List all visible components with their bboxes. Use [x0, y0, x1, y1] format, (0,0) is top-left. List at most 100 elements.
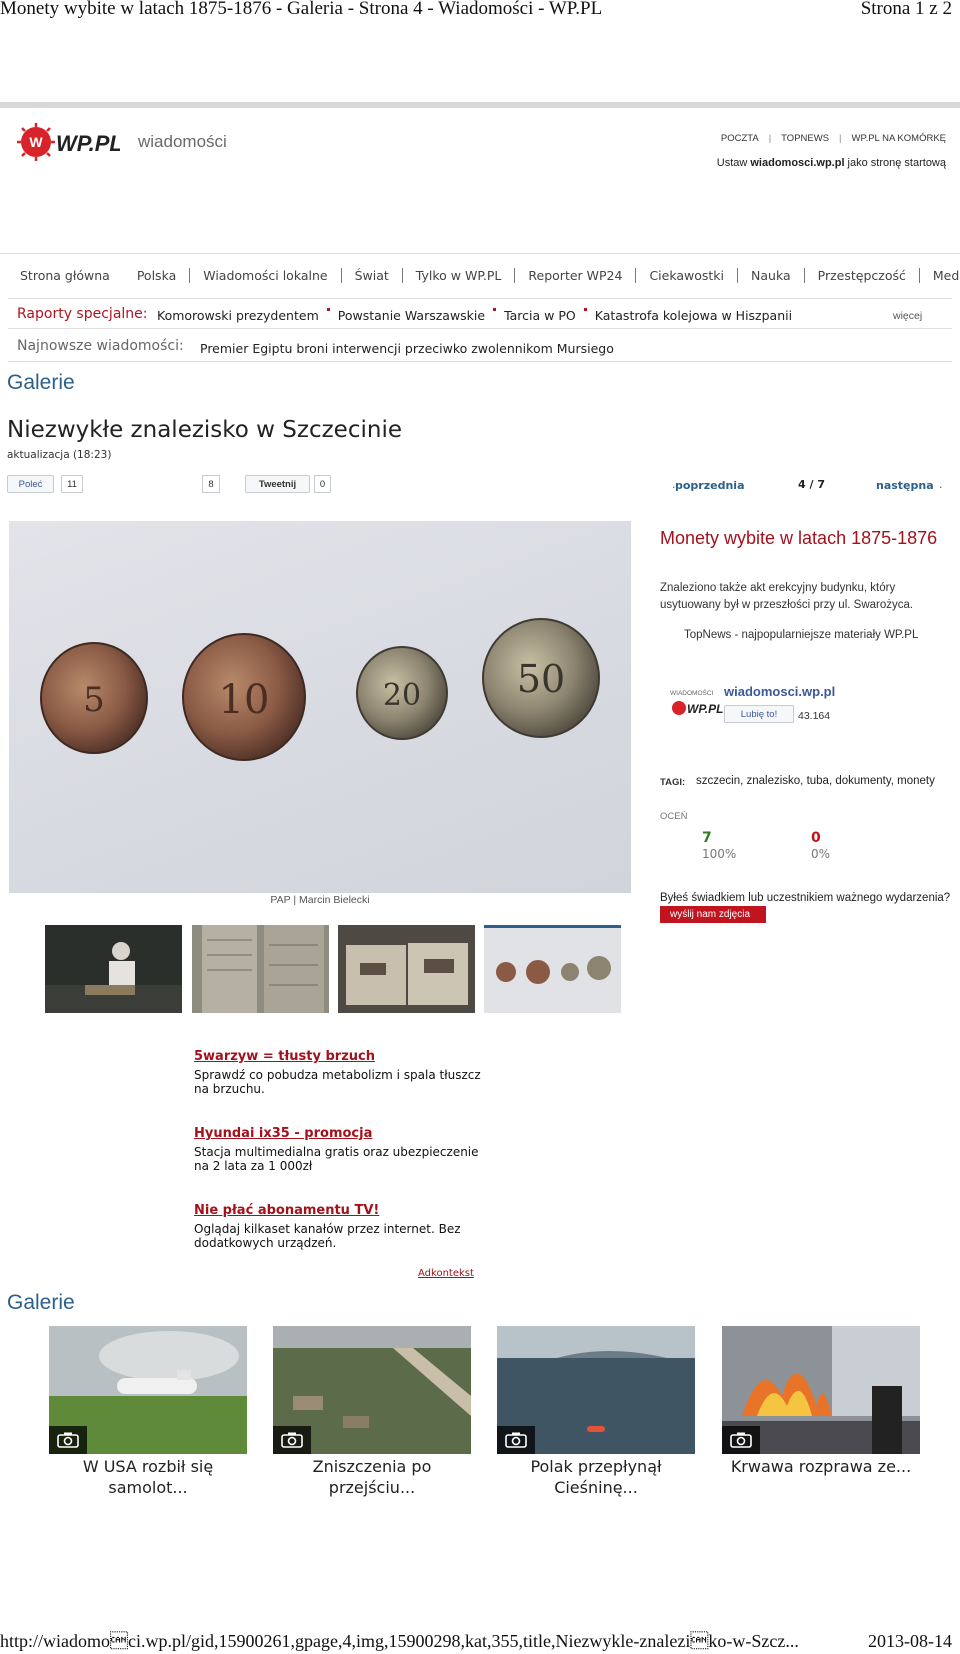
link-topnews[interactable]: TOPNEWS — [781, 133, 829, 144]
gallery-card-title[interactable]: Polak przepłynął Cieśninę... — [497, 1456, 695, 1498]
top-divider — [0, 102, 960, 108]
fb-site-link[interactable]: wiadomosci.wp.pl — [724, 684, 835, 699]
article-title: Niezwykłe znalezisko w Szczecinie — [7, 417, 402, 443]
separator: | — [768, 133, 772, 144]
rate-up-button[interactable]: 7 — [702, 830, 712, 846]
pager-prev-link[interactable]: poprzednia — [675, 479, 745, 492]
divider — [8, 361, 952, 362]
gallery-card[interactable]: Krwawa rozprawa ze... — [722, 1326, 920, 1477]
gallery-card-image — [497, 1326, 695, 1454]
nav-item-nauka[interactable]: Nauka — [738, 268, 805, 283]
gallery-thumbnail[interactable] — [45, 925, 182, 1013]
rate-label: OCEŃ — [660, 811, 688, 822]
report-link[interactable]: Komorowski prezydentem — [157, 308, 319, 323]
gallery-card-title[interactable]: Krwawa rozprawa ze... — [722, 1456, 920, 1477]
homepage-prefix: Ustaw — [716, 157, 751, 169]
nav-item-ciekawostki[interactable]: Ciekawostki — [636, 268, 739, 283]
plusone-count: 8 — [202, 475, 220, 493]
report-link[interactable]: Tarcia w PO — [504, 308, 576, 323]
thumbnail-image — [484, 928, 621, 1013]
wp-logo[interactable]: W WP.PL — [16, 122, 123, 162]
gallery-card-title[interactable]: Zniszczenia po przejściu... — [273, 1456, 471, 1498]
svg-text:WIADOMOŚCI: WIADOMOŚCI — [670, 688, 714, 697]
tags-label: TAGI: — [660, 777, 686, 788]
nav-item-swiat[interactable]: Świat — [342, 268, 403, 283]
photo-caption: PAP | Marcin Bielecki — [270, 894, 370, 906]
article-update-time: aktualizacja (18:23) — [7, 449, 112, 461]
main-photo[interactable]: 5 10 20 50 — [9, 521, 631, 893]
svg-text:W: W — [29, 134, 43, 150]
latest-news-link[interactable]: Premier Egiptu broni interwencji przeciw… — [200, 341, 614, 356]
pager-count: 4 / 7 — [798, 478, 825, 491]
reports-list: Komorowski prezydentem Powstanie Warszaw… — [157, 308, 792, 323]
tweet-button[interactable]: Tweetnij — [245, 475, 310, 493]
bullet-icon — [493, 308, 497, 311]
print-date: 2013-08-14 — [868, 1631, 952, 1651]
tags-list[interactable]: szczecin, znalezisko, tuba, dokumenty, m… — [696, 775, 935, 787]
reports-more-link[interactable]: więcej — [893, 310, 922, 322]
topnews-link[interactable]: TopNews - najpopularniejsze materiały WP… — [684, 629, 918, 641]
nav-divider — [0, 253, 960, 254]
gallery-card[interactable]: Polak przepłynął Cieśninę... — [497, 1326, 695, 1498]
gallery-card[interactable]: W USA rozbił się samolot... — [49, 1326, 247, 1498]
rate-up-percent: 100% — [702, 847, 737, 861]
ad-title-link[interactable]: 5warzyw = tłusty brzuch — [194, 1049, 375, 1064]
photo-title: Monety wybite w latach 1875-1876 — [660, 528, 938, 548]
gallery-card-title[interactable]: W USA rozbił się samolot... — [49, 1456, 247, 1498]
wiadomosci-wp-logo: WIADOMOŚCI WP.PL — [670, 684, 726, 720]
pager-bullet: . — [939, 478, 943, 491]
gallery-thumbnail-active[interactable] — [484, 925, 621, 1013]
rate-down-percent: 0% — [811, 847, 831, 861]
report-link[interactable]: Katastrofa kolejowa w Hiszpanii — [595, 308, 792, 323]
gallery-section-heading[interactable]: Galerie — [7, 1291, 75, 1315]
main-nav: Strona główna Polska Wiadomości lokalne … — [14, 268, 960, 283]
nav-item-polska[interactable]: Polska — [124, 268, 191, 283]
ad-title-link[interactable]: Hyundai ix35 - promocja — [194, 1126, 372, 1141]
reports-label: Raporty specjalne: — [17, 306, 148, 322]
link-mobile[interactable]: WP.PL NA KOMÓRKĘ — [852, 133, 947, 144]
bullet-icon — [583, 308, 587, 311]
homepage-suffix: jako stronę startową — [844, 157, 946, 169]
nav-item-reporter[interactable]: Reporter WP24 — [515, 268, 637, 283]
adkontekst-link[interactable]: Adkontekst — [418, 1268, 474, 1279]
wp-logo-small-icon: WIADOMOŚCI WP.PL — [670, 688, 723, 716]
pager-next-link[interactable]: następna — [876, 479, 934, 492]
gallery-card-image — [722, 1326, 920, 1454]
rate-down-button[interactable]: 0 — [811, 830, 821, 846]
ad-title-link[interactable]: Nie płać abonamentu TV! — [194, 1203, 379, 1218]
divider — [8, 328, 952, 329]
svg-text:WP.PL: WP.PL — [687, 702, 723, 716]
set-homepage[interactable]: Ustaw wiadomosci.wp.pl jako stronę start… — [717, 157, 946, 169]
nav-item-lokalne[interactable]: Wiadomości lokalne — [190, 268, 342, 283]
gallery-heading[interactable]: Galerie — [7, 371, 75, 395]
nav-item-tylko[interactable]: Tylko w WP.PL — [403, 268, 516, 283]
nav-item-media[interactable]: Media — [920, 268, 960, 283]
link-poczta[interactable]: POCZTA — [721, 133, 759, 144]
nav-item-home[interactable]: Strona główna — [14, 268, 124, 283]
tweet-count: 0 — [314, 475, 331, 493]
thumbnail-image — [192, 925, 329, 1013]
facebook-recommend-button[interactable]: Poleć — [7, 475, 54, 493]
gallery-card[interactable]: Zniszczenia po przejściu... — [273, 1326, 471, 1498]
camera-icon — [49, 1426, 87, 1454]
ad-description: Oglądaj kilkaset kanałów przez internet.… — [194, 1222, 461, 1250]
print-title: Monety wybite w latach 1875-1876 - Galer… — [0, 0, 603, 19]
camera-icon — [722, 1426, 760, 1454]
fb-like-button[interactable]: Lubię to! — [724, 705, 794, 723]
coin-label: 10 — [219, 677, 270, 723]
witness-prompt: Byłeś świadkiem lub uczestnikiem ważnego… — [660, 892, 951, 904]
send-photos-button[interactable]: wyślij nam zdjęcia — [660, 906, 766, 923]
report-link[interactable]: Powstanie Warszawskie — [338, 308, 485, 323]
coins-photo: 5 10 20 50 — [40, 618, 600, 761]
bullet-icon — [326, 308, 330, 311]
thumbnail-image — [45, 925, 182, 1013]
coin-label: 20 — [383, 678, 421, 713]
print-page-number: Strona 1 z 2 — [860, 0, 952, 19]
print-url: http://wiadomoci.wp.pl/gid,15900261,gpa… — [0, 1631, 799, 1651]
coin-label: 5 — [83, 680, 105, 720]
gallery-thumbnail[interactable] — [192, 925, 329, 1013]
nav-item-przestepczosc[interactable]: Przestępczość — [805, 268, 920, 283]
svg-text:WP.PL: WP.PL — [56, 131, 120, 156]
gallery-thumbnail[interactable] — [338, 925, 475, 1013]
fb-like-count: 43.164 — [798, 710, 831, 722]
